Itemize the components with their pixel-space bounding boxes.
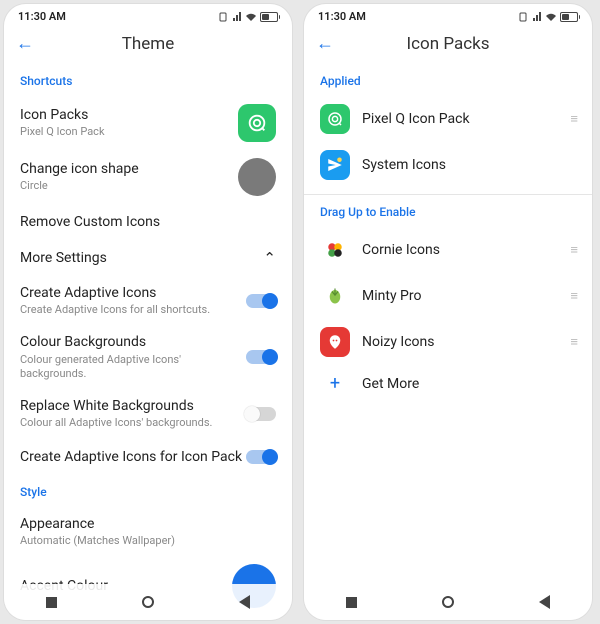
row-sub: Colour generated Adaptive Icons' backgro…	[20, 353, 246, 382]
section-style: Style	[20, 485, 276, 499]
row-remove-custom[interactable]: Remove Custom Icons	[20, 204, 276, 240]
row-sub: Automatic (Matches Wallpaper)	[20, 534, 276, 548]
android-navbar	[4, 584, 292, 620]
phone-left: 11:30 AM ← Theme Shortcuts Icon Packs Pi…	[4, 4, 292, 620]
pack-row-get-more[interactable]: + Get More	[320, 365, 576, 402]
wifi-icon	[545, 12, 557, 22]
pack-row-noizy[interactable]: Noizy Icons ≡	[320, 319, 576, 365]
row-sub: Create Adaptive Icons for all shortcuts.	[20, 303, 246, 317]
drag-handle-icon[interactable]: ≡	[570, 334, 576, 350]
section-shortcuts: Shortcuts	[20, 74, 276, 88]
appbar: ← Icon Packs	[304, 25, 592, 60]
nav-home[interactable]	[442, 596, 454, 608]
section-applied: Applied	[320, 74, 576, 88]
battery-icon	[260, 12, 278, 22]
pack-label: Cornie Icons	[362, 242, 558, 258]
row-title: Appearance	[20, 515, 276, 533]
page-title: Icon Packs	[304, 34, 592, 54]
sim-icon	[219, 12, 229, 22]
toggle-create-adaptive-pack[interactable]	[246, 450, 276, 464]
drag-handle-icon[interactable]: ≡	[570, 111, 576, 127]
row-appearance[interactable]: Appearance Automatic (Matches Wallpaper)	[20, 507, 276, 556]
status-icons	[519, 12, 578, 22]
nav-back[interactable]	[239, 595, 250, 609]
row-icon-packs[interactable]: Icon Packs Pixel Q Icon Pack	[20, 96, 276, 150]
status-time: 11:30 AM	[18, 10, 66, 23]
pixelq-icon	[320, 104, 350, 134]
content-scroll[interactable]: Applied Pixel Q Icon Pack ≡ System Icons…	[304, 60, 592, 620]
divider	[304, 194, 592, 195]
signal-icon	[532, 12, 542, 22]
toggle-create-adaptive[interactable]	[246, 294, 276, 308]
pack-row-minty[interactable]: Minty Pro ≡	[320, 273, 576, 319]
row-replace-white[interactable]: Replace White Backgrounds Colour all Ada…	[20, 389, 276, 438]
row-title: Remove Custom Icons	[20, 213, 276, 231]
pack-row-cornie[interactable]: Cornie Icons ≡	[320, 227, 576, 273]
plus-icon: +	[320, 373, 350, 394]
toggle-replace-white[interactable]	[246, 407, 276, 421]
nav-home[interactable]	[142, 596, 154, 608]
row-sub: Circle	[20, 179, 238, 193]
pack-row-pixelq[interactable]: Pixel Q Icon Pack ≡	[320, 96, 576, 142]
row-title: Create Adaptive Icons for Icon Pack	[20, 448, 246, 466]
row-create-adaptive[interactable]: Create Adaptive Icons Create Adaptive Ic…	[20, 276, 276, 325]
statusbar: 11:30 AM	[304, 4, 592, 25]
row-title: Icon Packs	[20, 106, 238, 124]
drag-handle-icon[interactable]: ≡	[570, 288, 576, 304]
row-title: Replace White Backgrounds	[20, 397, 246, 415]
page-title: Theme	[4, 34, 292, 54]
wifi-icon	[245, 12, 257, 22]
chevron-up-icon: ⌃	[263, 249, 276, 267]
android-navbar	[304, 584, 592, 620]
row-title: More Settings	[20, 249, 263, 267]
row-sub: Colour all Adaptive Icons' backgrounds.	[20, 416, 246, 430]
row-more-settings[interactable]: More Settings ⌃	[20, 240, 276, 276]
battery-icon	[560, 12, 578, 22]
row-title: Create Adaptive Icons	[20, 284, 246, 302]
drag-handle-icon[interactable]: ≡	[570, 242, 576, 258]
pack-label: Noizy Icons	[362, 334, 558, 350]
content-scroll[interactable]: Shortcuts Icon Packs Pixel Q Icon Pack C…	[4, 60, 292, 620]
row-change-shape[interactable]: Change icon shape Circle	[20, 150, 276, 204]
row-title: Colour Backgrounds	[20, 333, 246, 351]
sim-icon	[519, 12, 529, 22]
row-create-adaptive-pack[interactable]: Create Adaptive Icons for Icon Pack	[20, 439, 276, 475]
nav-back[interactable]	[539, 595, 550, 609]
status-time: 11:30 AM	[318, 10, 366, 23]
pixelq-icon	[238, 104, 276, 142]
phone-right: 11:30 AM ← Icon Packs Applied Pixel Q Ic…	[304, 4, 592, 620]
minty-icon	[320, 281, 350, 311]
status-icons	[219, 12, 278, 22]
circle-shape-icon	[238, 158, 276, 196]
pack-label: Minty Pro	[362, 288, 558, 304]
pack-row-system[interactable]: System Icons	[320, 142, 576, 188]
nav-recents[interactable]	[346, 597, 357, 608]
nav-recents[interactable]	[46, 597, 57, 608]
row-title: Change icon shape	[20, 160, 238, 178]
pack-label: System Icons	[362, 157, 576, 173]
signal-icon	[232, 12, 242, 22]
pack-label: Get More	[362, 376, 576, 392]
row-sub: Pixel Q Icon Pack	[20, 125, 238, 139]
toggle-colour-bg[interactable]	[246, 350, 276, 364]
statusbar: 11:30 AM	[4, 4, 292, 25]
pack-label: Pixel Q Icon Pack	[362, 111, 558, 127]
cornie-icon	[320, 235, 350, 265]
row-colour-bg[interactable]: Colour Backgrounds Colour generated Adap…	[20, 325, 276, 389]
system-icon	[320, 150, 350, 180]
noizy-icon	[320, 327, 350, 357]
appbar: ← Theme	[4, 25, 292, 60]
section-drag: Drag Up to Enable	[320, 205, 576, 219]
